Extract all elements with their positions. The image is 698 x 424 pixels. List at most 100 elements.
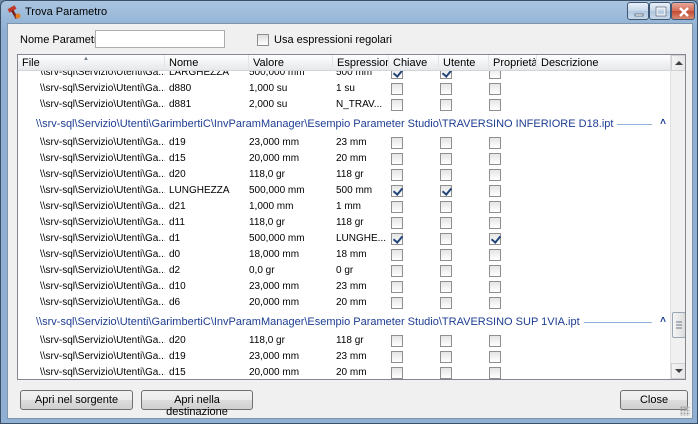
chiave-checkbox[interactable] (391, 233, 403, 245)
utente-checkbox[interactable] (440, 249, 452, 261)
chiave-checkbox[interactable] (391, 83, 403, 95)
column-header-espressione[interactable]: Espressione (333, 55, 389, 71)
proprieta-checkbox[interactable] (489, 137, 501, 149)
scrollbar-thumb[interactable] (672, 312, 685, 338)
chiave-checkbox[interactable] (391, 297, 403, 309)
table-row[interactable]: \\srv-sql\Servizio\Utenti\Ga... d881 2,000… (18, 97, 670, 113)
table-row[interactable]: \\srv-sql\Servizio\Utenti\Ga... d19 23,000… (18, 349, 670, 365)
parameter-name-input[interactable] (95, 30, 225, 48)
utente-checkbox[interactable] (440, 83, 452, 95)
utente-checkbox[interactable] (440, 217, 452, 229)
chiave-checkbox[interactable] (391, 217, 403, 229)
table-row[interactable]: \\srv-sql\Servizio\Utenti\Ga... d11 118,0 … (18, 215, 670, 231)
collapse-chevron-icon[interactable]: ˄ (660, 117, 666, 128)
scroll-down-button[interactable] (671, 363, 685, 379)
column-header-nome[interactable]: Nome (165, 55, 249, 71)
close-window-button[interactable] (671, 2, 695, 20)
open-destination-button[interactable]: Apri nella destinazione (141, 390, 253, 418)
table-row[interactable]: \\srv-sql\Servizio\Utenti\Ga... d880 1,000… (18, 81, 670, 97)
group-header[interactable]: \\srv-sql\Servizio\Utenti\GarimbertiC\In… (18, 113, 670, 135)
table-row[interactable]: \\srv-sql\Servizio\Utenti\Ga... d2 0,0 gr 0… (18, 263, 670, 279)
table-row[interactable]: \\srv-sql\Servizio\Utenti\Ga... d0 18,000 … (18, 247, 670, 263)
proprieta-checkbox[interactable] (489, 217, 501, 229)
utente-checkbox[interactable] (440, 233, 452, 245)
utente-checkbox[interactable] (440, 281, 452, 293)
proprieta-checkbox[interactable] (489, 367, 501, 379)
regex-checkbox-label[interactable]: Usa espressioni regolari (274, 34, 392, 46)
utente-checkbox[interactable] (440, 169, 452, 181)
close-button[interactable]: Close (620, 390, 688, 410)
chiave-checkbox[interactable] (391, 153, 403, 165)
table-row[interactable]: \\srv-sql\Servizio\Utenti\Ga... LARGHEZZA… (18, 71, 670, 81)
proprieta-checkbox[interactable] (489, 83, 501, 95)
column-header-proprieta[interactable]: Proprietà (489, 55, 537, 71)
table-row[interactable]: \\srv-sql\Servizio\Utenti\Ga... d1 500,000… (18, 231, 670, 247)
table-row[interactable]: \\srv-sql\Servizio\Utenti\Ga... d21 1,000 … (18, 199, 670, 215)
minimize-button[interactable] (627, 2, 649, 20)
column-header-descrizione[interactable]: Descrizione (537, 55, 670, 71)
table-row[interactable]: \\srv-sql\Servizio\Utenti\Ga... d6 20,000 … (18, 295, 670, 311)
cell-file: \\srv-sql\Servizio\Utenti\Ga... (40, 169, 165, 180)
table-row[interactable]: \\srv-sql\Servizio\Utenti\Ga... d15 20,000… (18, 151, 670, 167)
cell-nome: d2 (169, 265, 181, 276)
chiave-checkbox[interactable] (391, 249, 403, 261)
column-header-file[interactable]: File (18, 55, 165, 71)
utente-checkbox[interactable] (440, 99, 452, 111)
column-header-valore[interactable]: Valore (249, 55, 333, 71)
proprieta-checkbox[interactable] (489, 99, 501, 111)
chiave-checkbox[interactable] (391, 351, 403, 363)
table-row[interactable]: \\srv-sql\Servizio\Utenti\Ga... d20 118,0 … (18, 333, 670, 349)
utente-checkbox[interactable] (440, 185, 452, 197)
utente-checkbox[interactable] (440, 71, 452, 79)
proprieta-checkbox[interactable] (489, 185, 501, 197)
proprieta-checkbox[interactable] (489, 233, 501, 245)
table-row[interactable]: \\srv-sql\Servizio\Utenti\Ga... d19 23,000… (18, 135, 670, 151)
open-source-button[interactable]: Apri nel sorgente (20, 390, 133, 410)
group-header[interactable]: \\srv-sql\Servizio\Utenti\GarimbertiC\In… (18, 311, 670, 333)
cell-file: \\srv-sql\Servizio\Utenti\Ga... (40, 99, 165, 110)
scroll-up-button[interactable] (671, 55, 685, 71)
vertical-scrollbar[interactable] (670, 55, 685, 379)
collapse-chevron-icon[interactable]: ˄ (660, 315, 666, 326)
column-header-utente[interactable]: Utente (439, 55, 489, 71)
resize-grip-icon[interactable] (680, 406, 690, 416)
chiave-checkbox[interactable] (391, 265, 403, 277)
utente-checkbox[interactable] (440, 201, 452, 213)
maximize-button[interactable] (649, 2, 671, 20)
title-bar[interactable]: Trova Parametro (1, 1, 697, 23)
utente-checkbox[interactable] (440, 137, 452, 149)
proprieta-checkbox[interactable] (489, 297, 501, 309)
table-row[interactable]: \\srv-sql\Servizio\Utenti\Ga... d10 23,000… (18, 279, 670, 295)
table-row[interactable]: \\srv-sql\Servizio\Utenti\Ga... d20 118,0 … (18, 167, 670, 183)
utente-checkbox[interactable] (440, 367, 452, 379)
regex-checkbox[interactable] (257, 34, 269, 46)
proprieta-checkbox[interactable] (489, 169, 501, 181)
cell-file: \\srv-sql\Servizio\Utenti\Ga... (40, 233, 165, 244)
proprieta-checkbox[interactable] (489, 335, 501, 347)
proprieta-checkbox[interactable] (489, 153, 501, 165)
chiave-checkbox[interactable] (391, 201, 403, 213)
proprieta-checkbox[interactable] (489, 71, 501, 79)
utente-checkbox[interactable] (440, 351, 452, 363)
chiave-checkbox[interactable] (391, 367, 403, 379)
utente-checkbox[interactable] (440, 335, 452, 347)
table-row[interactable]: \\srv-sql\Servizio\Utenti\Ga... d15 20,000… (18, 365, 670, 379)
proprieta-checkbox[interactable] (489, 281, 501, 293)
proprieta-checkbox[interactable] (489, 265, 501, 277)
column-header-chiave[interactable]: Chiave (389, 55, 439, 71)
proprieta-checkbox[interactable] (489, 201, 501, 213)
chiave-checkbox[interactable] (391, 137, 403, 149)
chiave-checkbox[interactable] (391, 281, 403, 293)
chiave-checkbox[interactable] (391, 169, 403, 181)
cell-valore: 118,0 gr (249, 335, 285, 346)
chiave-checkbox[interactable] (391, 99, 403, 111)
proprieta-checkbox[interactable] (489, 351, 501, 363)
chiave-checkbox[interactable] (391, 335, 403, 347)
utente-checkbox[interactable] (440, 265, 452, 277)
table-row[interactable]: \\srv-sql\Servizio\Utenti\Ga... LUNGHEZZA… (18, 183, 670, 199)
utente-checkbox[interactable] (440, 297, 452, 309)
chiave-checkbox[interactable] (391, 71, 403, 79)
proprieta-checkbox[interactable] (489, 249, 501, 261)
chiave-checkbox[interactable] (391, 185, 403, 197)
utente-checkbox[interactable] (440, 153, 452, 165)
